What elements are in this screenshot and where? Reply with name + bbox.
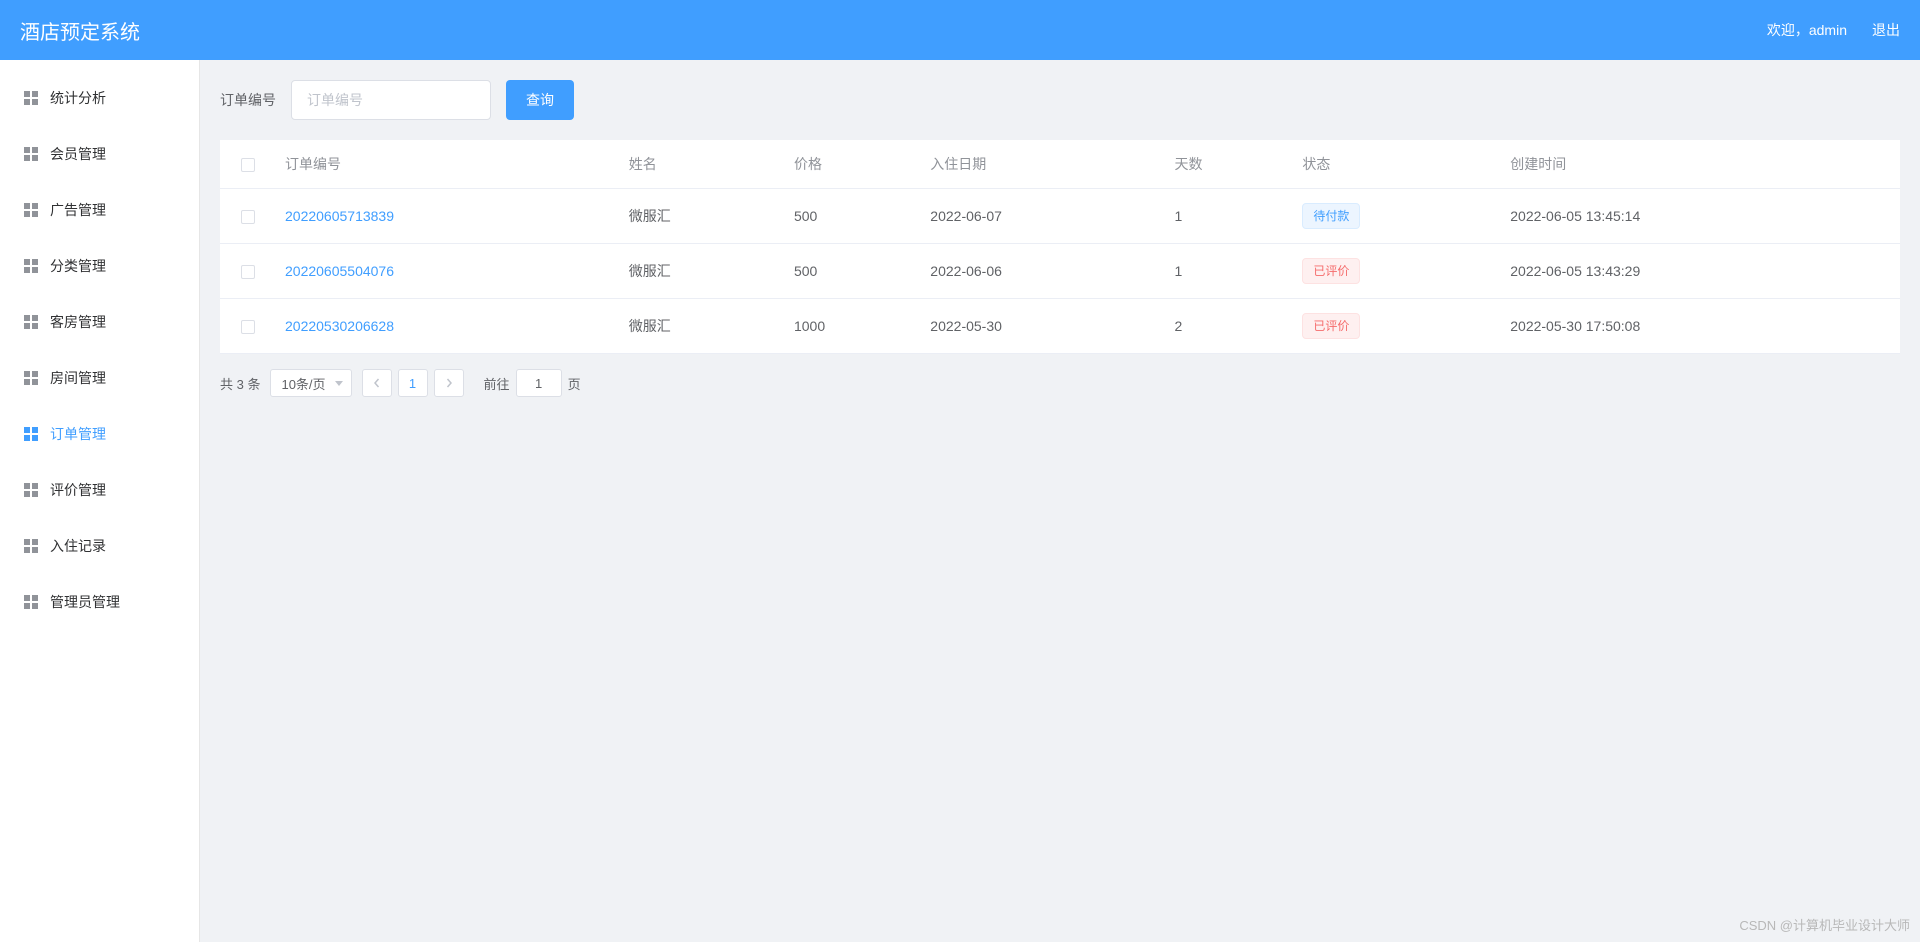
sidebar-item-label: 评价管理 (50, 480, 106, 500)
grid-icon (24, 483, 38, 497)
sidebar-item-label: 会员管理 (50, 144, 106, 164)
grid-icon (24, 595, 38, 609)
sidebar-item-label: 管理员管理 (50, 592, 120, 612)
sidebar-item-1[interactable]: 会员管理 (0, 126, 199, 182)
sidebar-item-5[interactable]: 房间管理 (0, 350, 199, 406)
header-right: 欢迎，admin 退出 (1767, 20, 1900, 40)
sidebar-item-label: 分类管理 (50, 256, 106, 276)
sidebar-item-label: 统计分析 (50, 88, 106, 108)
grid-icon (24, 315, 38, 329)
status-badge: 已评价 (1302, 258, 1360, 284)
cell-checkin: 2022-05-30 (920, 299, 1164, 354)
grid-icon (24, 371, 38, 385)
sidebar: 统计分析会员管理广告管理分类管理客房管理房间管理订单管理评价管理入住记录管理员管… (0, 60, 200, 942)
sidebar-item-9[interactable]: 管理员管理 (0, 574, 199, 630)
status-badge: 已评价 (1302, 313, 1360, 339)
top-header: 酒店预定系统 欢迎，admin 退出 (0, 0, 1920, 60)
sidebar-item-8[interactable]: 入住记录 (0, 518, 199, 574)
container: 统计分析会员管理广告管理分类管理客房管理房间管理订单管理评价管理入住记录管理员管… (0, 60, 1920, 942)
sidebar-item-2[interactable]: 广告管理 (0, 182, 199, 238)
cell-name: 微服汇 (619, 244, 784, 299)
sidebar-item-4[interactable]: 客房管理 (0, 294, 199, 350)
page-1-button[interactable]: 1 (398, 369, 428, 397)
pagination: 共 3 条 10条/页 1 前往 页 (220, 369, 1900, 397)
grid-icon (24, 259, 38, 273)
cell-name: 微服汇 (619, 189, 784, 244)
next-page-button[interactable] (434, 369, 464, 397)
select-all-checkbox[interactable] (241, 158, 255, 172)
search-bar: 订单编号 查询 (220, 80, 1900, 120)
sidebar-item-3[interactable]: 分类管理 (0, 238, 199, 294)
jump-prefix: 前往 (484, 374, 510, 393)
prev-page-button[interactable] (362, 369, 392, 397)
sidebar-item-label: 订单管理 (50, 424, 106, 444)
app-title: 酒店预定系统 (20, 16, 140, 45)
cell-name: 微服汇 (619, 299, 784, 354)
col-checkin: 入住日期 (920, 140, 1164, 189)
col-days: 天数 (1164, 140, 1292, 189)
order-no-link[interactable]: 20220605504076 (285, 263, 394, 279)
search-label: 订单编号 (220, 90, 276, 110)
cell-created: 2022-06-05 13:43:29 (1500, 244, 1900, 299)
chevron-right-icon (444, 378, 454, 388)
order-table: 订单编号 姓名 价格 入住日期 天数 状态 创建时间 2022060571383… (220, 140, 1900, 354)
sidebar-item-7[interactable]: 评价管理 (0, 462, 199, 518)
sidebar-item-label: 客房管理 (50, 312, 106, 332)
search-button[interactable]: 查询 (506, 80, 574, 120)
cell-days: 1 (1164, 244, 1292, 299)
cell-price: 500 (784, 244, 920, 299)
page-size-select[interactable]: 10条/页 (270, 369, 351, 397)
cell-price: 500 (784, 189, 920, 244)
table-row: 20220605713839 微服汇5002022-06-071 待付款 2022-0… (220, 189, 1900, 244)
jump-suffix: 页 (568, 374, 581, 393)
grid-icon (24, 203, 38, 217)
cell-days: 2 (1164, 299, 1292, 354)
page-jump-input[interactable] (516, 369, 562, 397)
cell-created: 2022-06-05 13:45:14 (1500, 189, 1900, 244)
col-order-no: 订单编号 (275, 140, 619, 189)
grid-icon (24, 147, 38, 161)
row-checkbox[interactable] (241, 265, 255, 279)
col-status: 状态 (1292, 140, 1500, 189)
status-badge: 待付款 (1302, 203, 1360, 229)
grid-icon (24, 539, 38, 553)
page-jump: 前往 页 (484, 369, 581, 397)
row-checkbox[interactable] (241, 210, 255, 224)
cell-checkin: 2022-06-07 (920, 189, 1164, 244)
page-btn-group: 1 (362, 369, 464, 397)
order-no-link[interactable]: 20220605713839 (285, 208, 394, 224)
sidebar-item-0[interactable]: 统计分析 (0, 70, 199, 126)
sidebar-item-6[interactable]: 订单管理 (0, 406, 199, 462)
table-header-row: 订单编号 姓名 价格 入住日期 天数 状态 创建时间 (220, 140, 1900, 189)
grid-icon (24, 91, 38, 105)
table-row: 20220605504076 微服汇5002022-06-061 已评价 2022-0… (220, 244, 1900, 299)
sidebar-item-label: 广告管理 (50, 200, 106, 220)
cell-days: 1 (1164, 189, 1292, 244)
col-name: 姓名 (619, 140, 784, 189)
cell-created: 2022-05-30 17:50:08 (1500, 299, 1900, 354)
table-row: 20220530206628 微服汇10002022-05-302 已评价 2022-… (220, 299, 1900, 354)
order-no-input[interactable] (291, 80, 491, 120)
grid-icon (24, 427, 38, 441)
logout-link[interactable]: 退出 (1872, 20, 1900, 40)
main-content: 订单编号 查询 订单编号 姓名 价格 入住日期 天数 状态 创建时间 20220… (200, 60, 1920, 942)
welcome-text: 欢迎，admin (1767, 20, 1847, 40)
row-checkbox[interactable] (241, 320, 255, 334)
cell-checkin: 2022-06-06 (920, 244, 1164, 299)
order-no-link[interactable]: 20220530206628 (285, 318, 394, 334)
cell-price: 1000 (784, 299, 920, 354)
sidebar-item-label: 房间管理 (50, 368, 106, 388)
sidebar-item-label: 入住记录 (50, 536, 106, 556)
col-price: 价格 (784, 140, 920, 189)
total-text: 共 3 条 (220, 374, 260, 393)
chevron-left-icon (372, 378, 382, 388)
col-created: 创建时间 (1500, 140, 1900, 189)
